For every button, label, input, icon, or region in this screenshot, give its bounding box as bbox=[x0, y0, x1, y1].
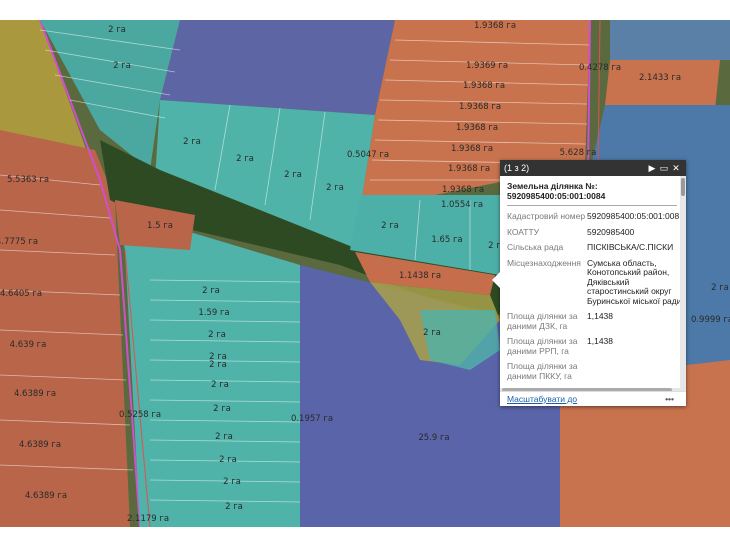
parcel-right-orange bbox=[605, 60, 720, 110]
parcel-label: 2 га bbox=[381, 221, 399, 231]
parcel-label: 1.9368 га bbox=[442, 185, 484, 195]
parcel-label: 4.7775 га bbox=[0, 237, 38, 247]
parcel-label: 2 га bbox=[223, 477, 241, 487]
parcel-label: 1.9368 га bbox=[451, 144, 493, 154]
parcel-label: 1.1438 га bbox=[399, 271, 441, 281]
parcel-label: 2 га bbox=[711, 283, 729, 293]
attribute-key: Площа ділянки за даними ДЗК, га bbox=[507, 311, 578, 331]
parcel-label: 4.639 га bbox=[10, 340, 47, 350]
attribute-value: 5920985400:05:001:008 bbox=[587, 211, 680, 221]
parcel-label: 2 га bbox=[113, 61, 131, 71]
maximize-icon[interactable]: ▭ bbox=[658, 163, 670, 174]
parcel-label: 2 га bbox=[236, 154, 254, 164]
attribute-key: КОАТТУ bbox=[507, 226, 540, 237]
attribute-key: Площа ділянки за даними ПККУ, га bbox=[507, 361, 578, 381]
parcel-label: 2 га bbox=[326, 183, 344, 193]
attribute-row: Площа ділянки за даними РРП, га 1,1438 bbox=[507, 336, 682, 356]
parcel-label: 1.9368 га bbox=[459, 102, 501, 112]
attribute-row: Сільська рада ПІСКІВСЬКА/С.ПІСКИ bbox=[507, 242, 682, 253]
close-icon[interactable]: ✕ bbox=[670, 163, 682, 174]
parcel-label: 2.1179 га bbox=[127, 514, 169, 524]
popup-footer: Масштабувати до ••• bbox=[500, 391, 686, 406]
parcel-label: 0.1957 га bbox=[291, 414, 333, 424]
attribute-row: КОАТТУ 5920985400 bbox=[507, 226, 682, 238]
parcel-label: 4.6389 га bbox=[14, 389, 56, 399]
parcel-label: 5.5363 га bbox=[7, 175, 49, 185]
attribute-value: 1,1438 bbox=[587, 311, 613, 321]
attribute-value: 1,1438 bbox=[587, 336, 613, 346]
popup-title: Земельна ділянка №: 5920985400:05:001:00… bbox=[507, 181, 677, 206]
attribute-key: Площа ділянки за даними РРП, га bbox=[507, 336, 578, 356]
parcel-label: 2.1433 га bbox=[639, 73, 681, 83]
parcel-label: 1.9368 га bbox=[474, 21, 516, 31]
popup-counter: (1 з 2) bbox=[504, 163, 530, 173]
parcel-label: 2 га bbox=[225, 502, 243, 512]
parcel-label: 2 га bbox=[215, 432, 233, 442]
parcel-label: 1.9368 га bbox=[448, 164, 490, 174]
parcel-label: 5.628 га bbox=[560, 148, 597, 158]
popup-content[interactable]: Земельна ділянка №: 5920985400:05:001:00… bbox=[500, 176, 682, 388]
parcel-label: 1.0554 га bbox=[441, 200, 483, 210]
parcel-label: 4.6405 га bbox=[0, 289, 42, 299]
parcel-label: 1.9368 га bbox=[463, 81, 505, 91]
parcel-label: 2 га bbox=[213, 404, 231, 414]
parcel-label: 1.65 га bbox=[431, 235, 462, 245]
parcel-label: 0.5047 га bbox=[347, 150, 389, 160]
attribute-row: Кадастровий номер 5920985400:05:001:008 bbox=[507, 211, 682, 222]
parcel-label: 2 га bbox=[219, 455, 237, 465]
parcel-label: 1.59 га bbox=[198, 308, 229, 318]
parcel-label: 1.9368 га bbox=[456, 123, 498, 133]
feature-popup: (1 з 2) ▶ ▭ ✕ Земельна ділянка №: 592098… bbox=[492, 160, 686, 406]
attribute-key: Сільська рада bbox=[507, 242, 564, 252]
attribute-key: Місцезнаходження bbox=[507, 257, 581, 268]
parcel-label: 4.6389 га bbox=[25, 491, 67, 501]
parcel-label: 25.9 га bbox=[418, 433, 449, 443]
popup-header: (1 з 2) ▶ ▭ ✕ bbox=[500, 160, 686, 176]
attribute-value: ПІСКІВСЬКА/С.ПІСКИ bbox=[587, 242, 674, 252]
parcel-label: 2 га bbox=[183, 137, 201, 147]
parcel-label: 2 га bbox=[423, 328, 441, 338]
parcel-label: 1.5 га bbox=[147, 221, 173, 231]
parcel-top-blue bbox=[160, 20, 395, 115]
more-actions-icon[interactable]: ••• bbox=[665, 394, 674, 404]
parcel-label: 4.6389 га bbox=[19, 440, 61, 450]
vertical-scrollbar[interactable] bbox=[680, 176, 686, 388]
parcel-label: 0.9999 га bbox=[691, 315, 730, 325]
zoom-to-link[interactable]: Масштабувати до bbox=[507, 394, 665, 404]
parcel-label: 2 га bbox=[108, 25, 126, 35]
parcel-label: 2 га bbox=[208, 330, 226, 340]
parcel-label: 2 га bbox=[209, 360, 227, 370]
parcel-label: 2 га bbox=[284, 170, 302, 180]
parcel-label: 2 га bbox=[211, 380, 229, 390]
parcel-label: 0.4278 га bbox=[579, 63, 621, 73]
attribute-value: Сумська область, Конотопський район, Дяк… bbox=[587, 257, 682, 306]
parcel-label: 1.9369 га bbox=[466, 61, 508, 71]
attribute-value: 5920985400 bbox=[587, 226, 635, 237]
attribute-row: Площа ділянки за даними ДЗК, га 1,1438 bbox=[507, 311, 682, 331]
parcel-label: 0.5258 га bbox=[119, 410, 161, 420]
attribute-row: Місцезнаходження Сумська область, Коното… bbox=[507, 257, 682, 307]
attribute-key: Кадастровий номер bbox=[507, 211, 586, 221]
next-feature-icon[interactable]: ▶ bbox=[646, 163, 658, 174]
parcel-label: 2 га bbox=[202, 286, 220, 296]
attribute-row: Площа ділянки за даними ПККУ, га bbox=[507, 361, 682, 381]
